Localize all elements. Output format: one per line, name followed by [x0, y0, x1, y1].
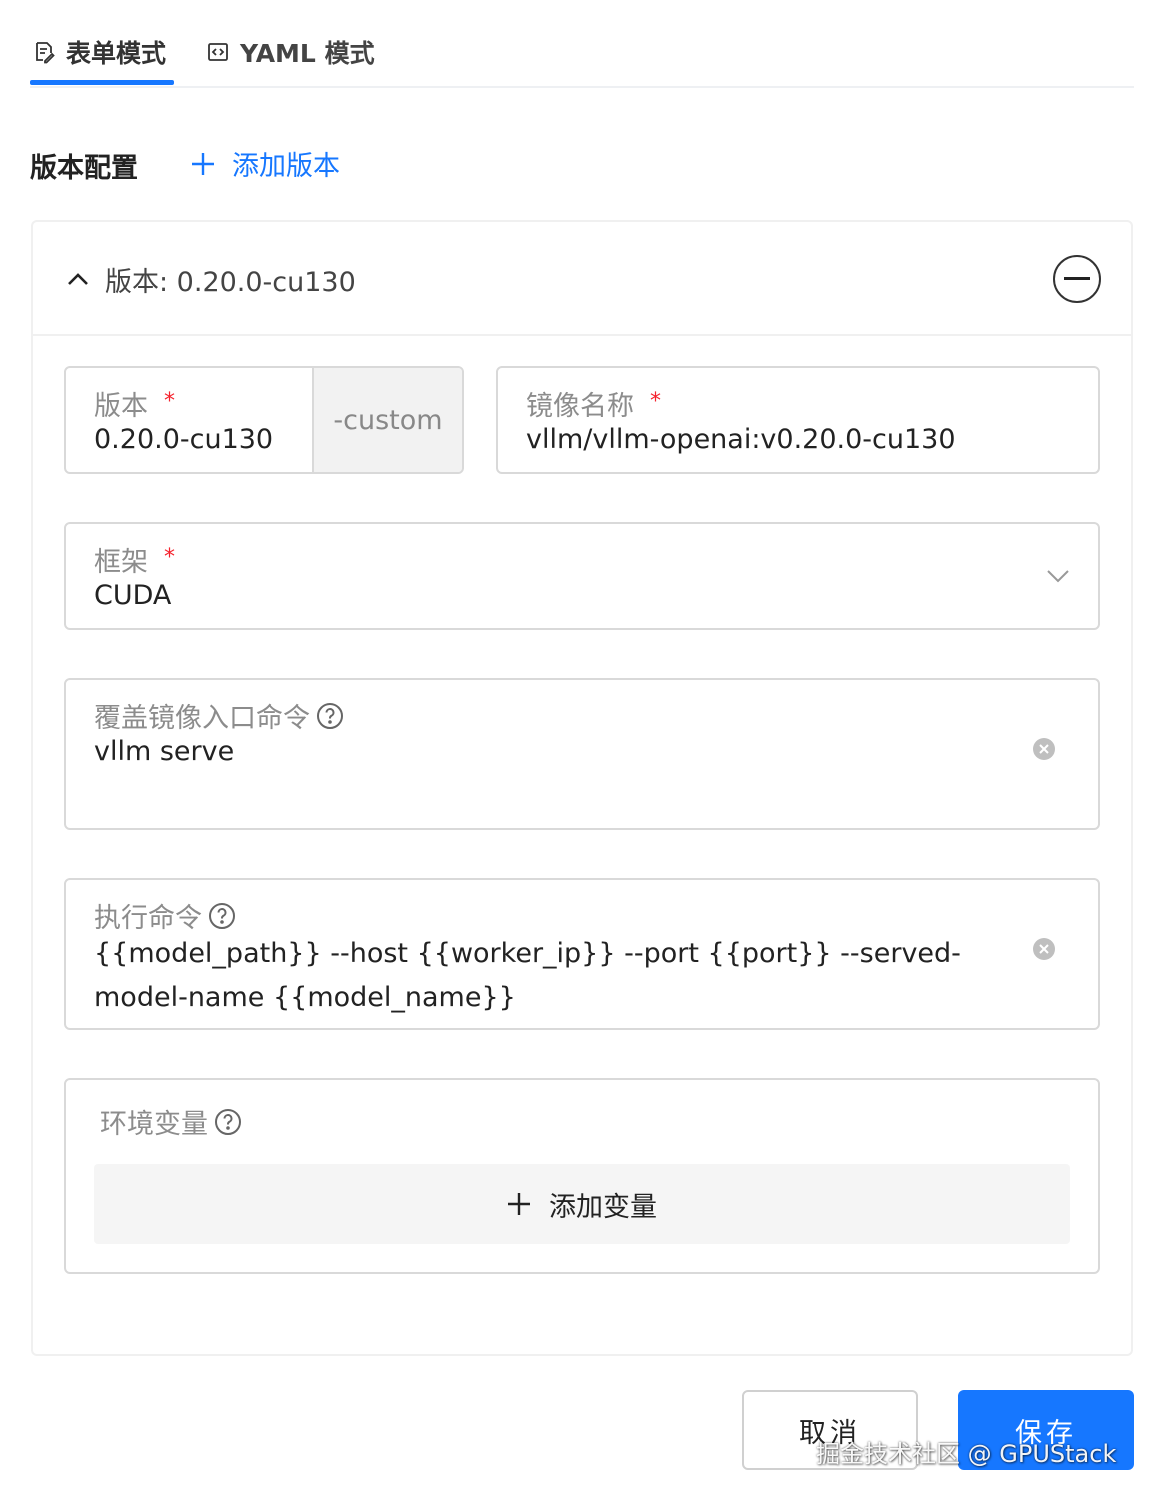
exec-command-field[interactable]: 执行命令 {{model_path}} --host {{worker_ip}}… — [64, 878, 1100, 1030]
add-version-button[interactable]: 添加版本 — [190, 144, 340, 183]
required-mark: * — [650, 389, 661, 414]
tab-yaml-mode[interactable]: YAML 模式 — [206, 32, 375, 72]
framework-label-text: 框架 — [94, 547, 148, 578]
active-tab-indicator — [30, 80, 174, 85]
env-vars-label: 环境变量 — [100, 1102, 242, 1141]
entrypoint-field[interactable]: 覆盖镜像入口命令 vllm serve — [64, 678, 1100, 830]
image-name-input[interactable]: vllm/vllm-openai:v0.20.0-cu130 — [526, 424, 956, 455]
framework-select[interactable]: 框架 * CUDA — [64, 522, 1100, 630]
image-name-field[interactable]: 镜像名称 * vllm/vllm-openai:v0.20.0-cu130 — [496, 366, 1100, 474]
help-icon[interactable] — [316, 702, 344, 730]
add-variable-label: 添加变量 — [549, 1191, 657, 1223]
version-suffix-addon: -custom — [312, 368, 462, 472]
clear-icon[interactable] — [1032, 737, 1056, 765]
required-mark: * — [164, 389, 175, 414]
tab-yaml-mode-label: YAML 模式 — [240, 39, 375, 68]
tab-form-mode[interactable]: 表单模式 — [32, 32, 166, 72]
add-version-label: 添加版本 — [232, 151, 340, 182]
version-label: 版本 * — [94, 384, 175, 423]
clear-icon[interactable] — [1032, 937, 1056, 965]
version-field[interactable]: 版本 * 0.20.0-cu130 -custom — [64, 366, 464, 474]
chevron-down-icon[interactable] — [1046, 568, 1070, 587]
version-card-header: 版本: 0.20.0-cu130 — [33, 222, 1131, 336]
mode-tabs: 表单模式 YAML 模式 — [30, 0, 1134, 88]
entrypoint-input[interactable]: vllm serve — [94, 736, 234, 767]
version-card-title: 版本: 0.20.0-cu130 — [105, 267, 356, 298]
entrypoint-label-text: 覆盖镜像入口命令 — [94, 703, 310, 734]
entrypoint-label: 覆盖镜像入口命令 — [94, 696, 344, 735]
image-name-label: 镜像名称 * — [526, 384, 661, 423]
exec-command-label-text: 执行命令 — [94, 903, 202, 934]
tab-form-mode-label: 表单模式 — [66, 39, 167, 68]
env-vars-field: 环境变量 添加变量 — [64, 1078, 1100, 1274]
section-title: 版本配置 — [30, 153, 138, 184]
env-vars-label-text: 环境变量 — [100, 1109, 208, 1140]
chevron-up-icon[interactable] — [65, 264, 91, 294]
version-input[interactable]: 0.20.0-cu130 — [94, 424, 273, 455]
image-name-label-text: 镜像名称 — [526, 391, 634, 422]
plus-icon — [190, 151, 216, 177]
version-label-text: 版本 — [94, 391, 148, 422]
framework-selected-value: CUDA — [94, 580, 172, 611]
required-mark: * — [164, 545, 175, 570]
help-icon[interactable] — [208, 902, 236, 930]
framework-label: 框架 * — [94, 540, 175, 579]
form-icon — [32, 40, 56, 64]
remove-version-button[interactable] — [1053, 255, 1101, 303]
minus-icon — [1064, 277, 1090, 280]
exec-command-input[interactable]: {{model_path}} --host {{worker_ip}} --po… — [94, 932, 1014, 1020]
plus-icon — [507, 1192, 531, 1216]
help-icon[interactable] — [214, 1108, 242, 1136]
add-variable-button[interactable]: 添加变量 — [94, 1164, 1070, 1244]
code-icon — [206, 40, 230, 64]
save-button[interactable]: 保存 — [958, 1390, 1134, 1470]
exec-command-label: 执行命令 — [94, 896, 236, 935]
cancel-button[interactable]: 取消 — [742, 1390, 918, 1470]
